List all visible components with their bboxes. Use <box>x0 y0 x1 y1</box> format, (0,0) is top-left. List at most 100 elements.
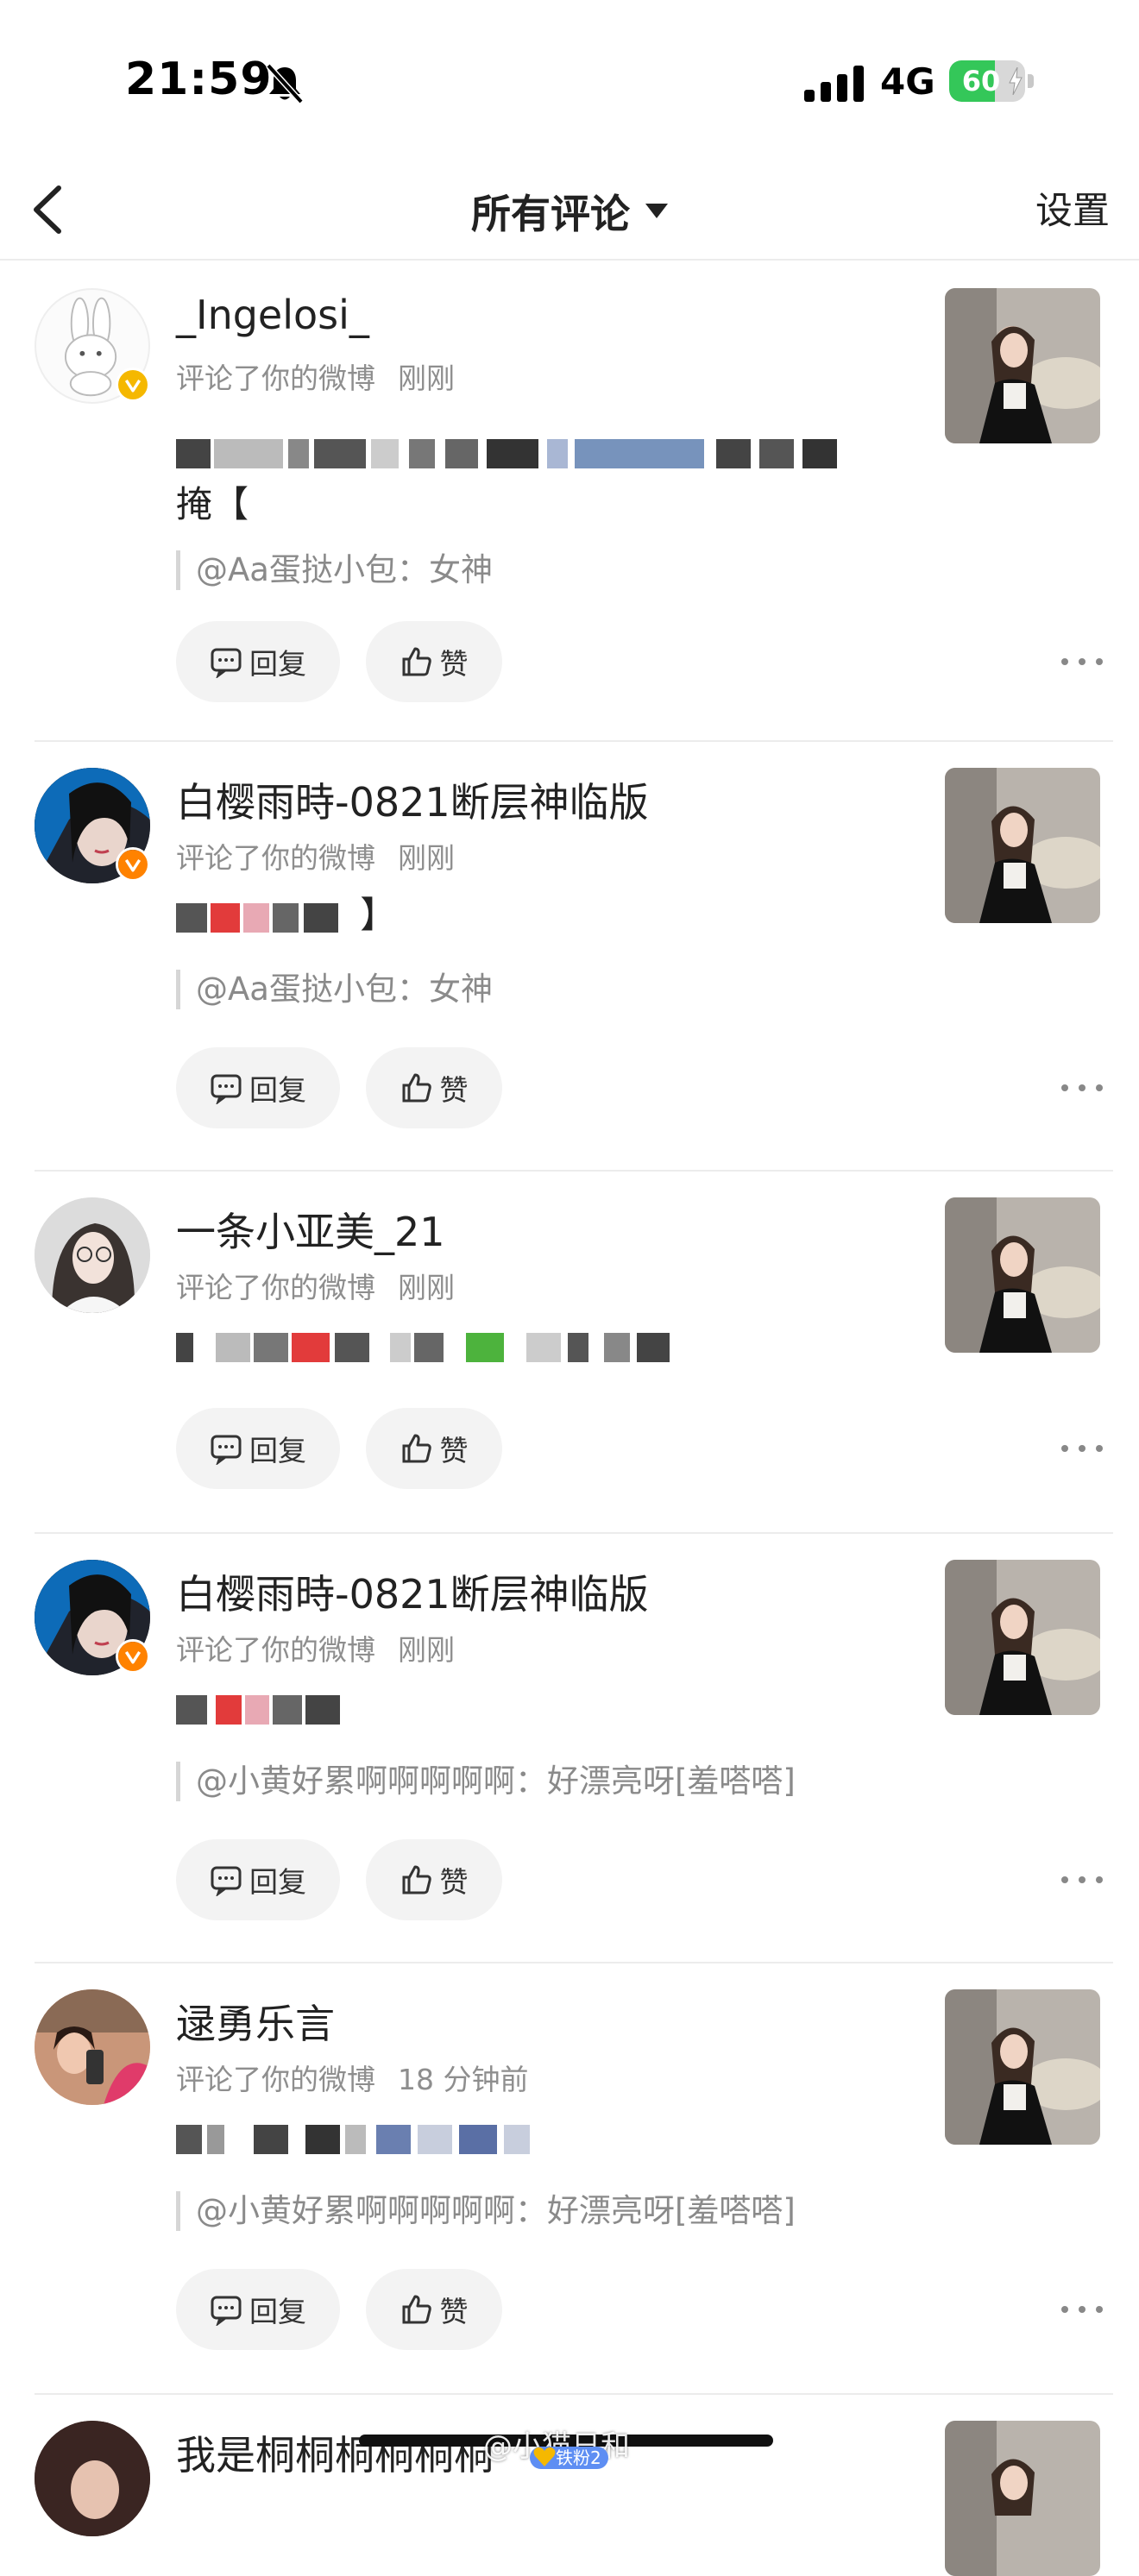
like-label: 赞 <box>439 1434 469 1467</box>
action-text: 评论了你的微博 <box>176 841 375 875</box>
comment-time: 刚刚 <box>398 361 455 395</box>
more-options-icon[interactable] <box>1056 644 1108 679</box>
network-type: 4G <box>880 60 935 103</box>
reply-button[interactable]: 回复 <box>176 621 340 702</box>
thumbs-up-icon <box>402 1865 431 1894</box>
reply-button[interactable]: 回复 <box>176 2269 340 2350</box>
like-label: 赞 <box>439 2295 469 2328</box>
like-button[interactable]: 赞 <box>366 1839 502 1920</box>
status-time: 21:59 <box>125 53 273 105</box>
comment-bubble-icon <box>211 2296 242 2326</box>
post-thumbnail[interactable] <box>945 2421 1100 2576</box>
reply-label: 回复 <box>249 1865 306 1899</box>
thumbs-up-icon <box>402 1073 431 1103</box>
avatar[interactable] <box>35 1989 150 2105</box>
post-thumbnail[interactable] <box>945 288 1100 443</box>
settings-button[interactable]: 设置 <box>1035 164 1110 259</box>
action-row: 回复 赞 <box>176 2269 1108 2350</box>
fan-badge: 铁粉2 <box>530 2447 608 2469</box>
thumbs-up-icon <box>402 647 431 676</box>
comment-list: _Ingelosi_ 评论了你的微博 刚刚 掩【 @Aa蛋挞小包：女神 回复 赞… <box>0 261 1139 2576</box>
user-name[interactable]: 我是桐桐桐桐桐桐 <box>176 2424 494 2481</box>
comment-time: 刚刚 <box>398 1271 455 1304</box>
more-options-icon[interactable] <box>1056 1863 1108 1897</box>
comment-content <box>176 2110 918 2164</box>
action-row: 回复 赞 <box>176 1047 1108 1128</box>
reply-label: 回复 <box>249 1073 306 1107</box>
comment-content: 】 <box>176 889 918 942</box>
reply-button[interactable]: 回复 <box>176 1839 340 1920</box>
redacted-content <box>176 1332 694 1362</box>
reply-button[interactable]: 回复 <box>176 1047 340 1128</box>
action-text: 评论了你的微博 <box>176 1271 375 1304</box>
like-button[interactable]: 赞 <box>366 621 502 702</box>
like-button[interactable]: 赞 <box>366 2269 502 2350</box>
comment-content <box>176 1681 918 1734</box>
comment-time: 刚刚 <box>398 1633 455 1667</box>
comment-time: 刚刚 <box>398 841 455 875</box>
quoted-comment[interactable]: @小黄好累啊啊啊啊啊：好漂亮呀[羞嗒嗒] <box>176 1762 796 1801</box>
comment-meta: 评论了你的微博 刚刚 <box>176 835 455 876</box>
signal-icon <box>804 66 864 102</box>
thumbs-up-icon <box>402 2295 431 2324</box>
like-label: 赞 <box>439 1073 469 1107</box>
quoted-comment[interactable]: @Aa蛋挞小包：女神 <box>176 970 493 1009</box>
nav-bar: 所有评论 设置 <box>0 164 1139 261</box>
quoted-comment[interactable]: @Aa蛋挞小包：女神 <box>176 550 493 590</box>
action-text: 评论了你的微博 <box>176 361 375 395</box>
redacted-content <box>176 1694 383 1725</box>
avatar-image <box>35 1989 150 2105</box>
comment-bubble-icon <box>211 1866 242 1896</box>
more-options-icon[interactable] <box>1056 1071 1108 1105</box>
fan-badge-label: 铁粉2 <box>556 2447 601 2468</box>
verified-badge-icon <box>116 847 150 882</box>
like-label: 赞 <box>439 1865 469 1899</box>
comment-time: 18 分钟前 <box>398 2063 529 2096</box>
more-options-icon[interactable] <box>1056 2292 1108 2327</box>
action-row: 回复 赞 <box>176 1839 1108 1920</box>
reply-button[interactable]: 回复 <box>176 1408 340 1489</box>
comment-bubble-icon <box>211 1435 242 1465</box>
user-name[interactable]: 白樱雨時-0821断层神临版 <box>176 1563 649 1620</box>
comment-content: 掩【 <box>176 424 918 531</box>
status-bar: 21:59 4G 60 <box>0 0 1139 164</box>
reply-label: 回复 <box>249 647 306 681</box>
bolt-icon <box>1009 67 1023 95</box>
like-button[interactable]: 赞 <box>366 1408 502 1489</box>
comment-bubble-icon <box>211 1074 242 1104</box>
comment-bubble-icon <box>211 648 242 678</box>
user-name[interactable]: 逯勇乐言 <box>176 1993 335 2050</box>
comment-item[interactable]: 逯勇乐言 评论了你的微博 18 分钟前 @小黄好累啊啊啊啊啊：好漂亮呀[羞嗒嗒]… <box>0 1962 1139 2395</box>
verified-badge-icon <box>116 368 150 402</box>
comment-meta: 评论了你的微博 刚刚 <box>176 355 455 397</box>
comment-item[interactable]: 一条小亚美_21 评论了你的微博 刚刚 回复 赞 <box>0 1170 1139 1534</box>
post-thumbnail[interactable] <box>945 768 1100 923</box>
user-name[interactable]: 白樱雨時-0821断层神临版 <box>176 771 649 828</box>
comment-item[interactable]: _Ingelosi_ 评论了你的微博 刚刚 掩【 @Aa蛋挞小包：女神 回复 赞 <box>0 261 1139 742</box>
comment-content <box>176 1318 918 1372</box>
post-thumbnail[interactable] <box>945 1197 1100 1353</box>
redacted-content <box>176 902 349 933</box>
comment-item[interactable]: 白樱雨時-0821断层神临版 评论了你的微博 刚刚 @小黄好累啊啊啊啊啊：好漂亮… <box>0 1532 1139 1963</box>
post-thumbnail[interactable] <box>945 1560 1100 1715</box>
quoted-comment[interactable]: @小黄好累啊啊啊啊啊：好漂亮呀[羞嗒嗒] <box>176 2191 796 2231</box>
action-row: 回复 赞 <box>176 621 1108 702</box>
user-name[interactable]: 一条小亚美_21 <box>176 1201 445 1258</box>
thumbs-up-icon <box>402 1434 431 1463</box>
action-row: 回复 赞 <box>176 1408 1108 1489</box>
more-options-icon[interactable] <box>1056 1431 1108 1466</box>
bell-off-icon <box>266 63 304 104</box>
comment-meta: 评论了你的微博 18 分钟前 <box>176 2057 528 2098</box>
reply-label: 回复 <box>249 2295 306 2328</box>
post-thumbnail[interactable] <box>945 1989 1100 2145</box>
avatar-image <box>35 1197 150 1313</box>
avatar[interactable] <box>35 1197 150 1313</box>
like-button[interactable]: 赞 <box>366 1047 502 1128</box>
redacted-content <box>176 438 884 468</box>
avatar[interactable] <box>35 2421 150 2536</box>
nav-title-dropdown[interactable]: 所有评论 <box>0 164 1139 259</box>
user-name[interactable]: _Ingelosi_ <box>176 292 369 338</box>
reply-label: 回复 <box>249 1434 306 1467</box>
comment-item[interactable]: 白樱雨時-0821断层神临版 评论了你的微博 刚刚 】 @Aa蛋挞小包：女神 回… <box>0 740 1139 1172</box>
battery-percent: 60 <box>961 65 1001 97</box>
